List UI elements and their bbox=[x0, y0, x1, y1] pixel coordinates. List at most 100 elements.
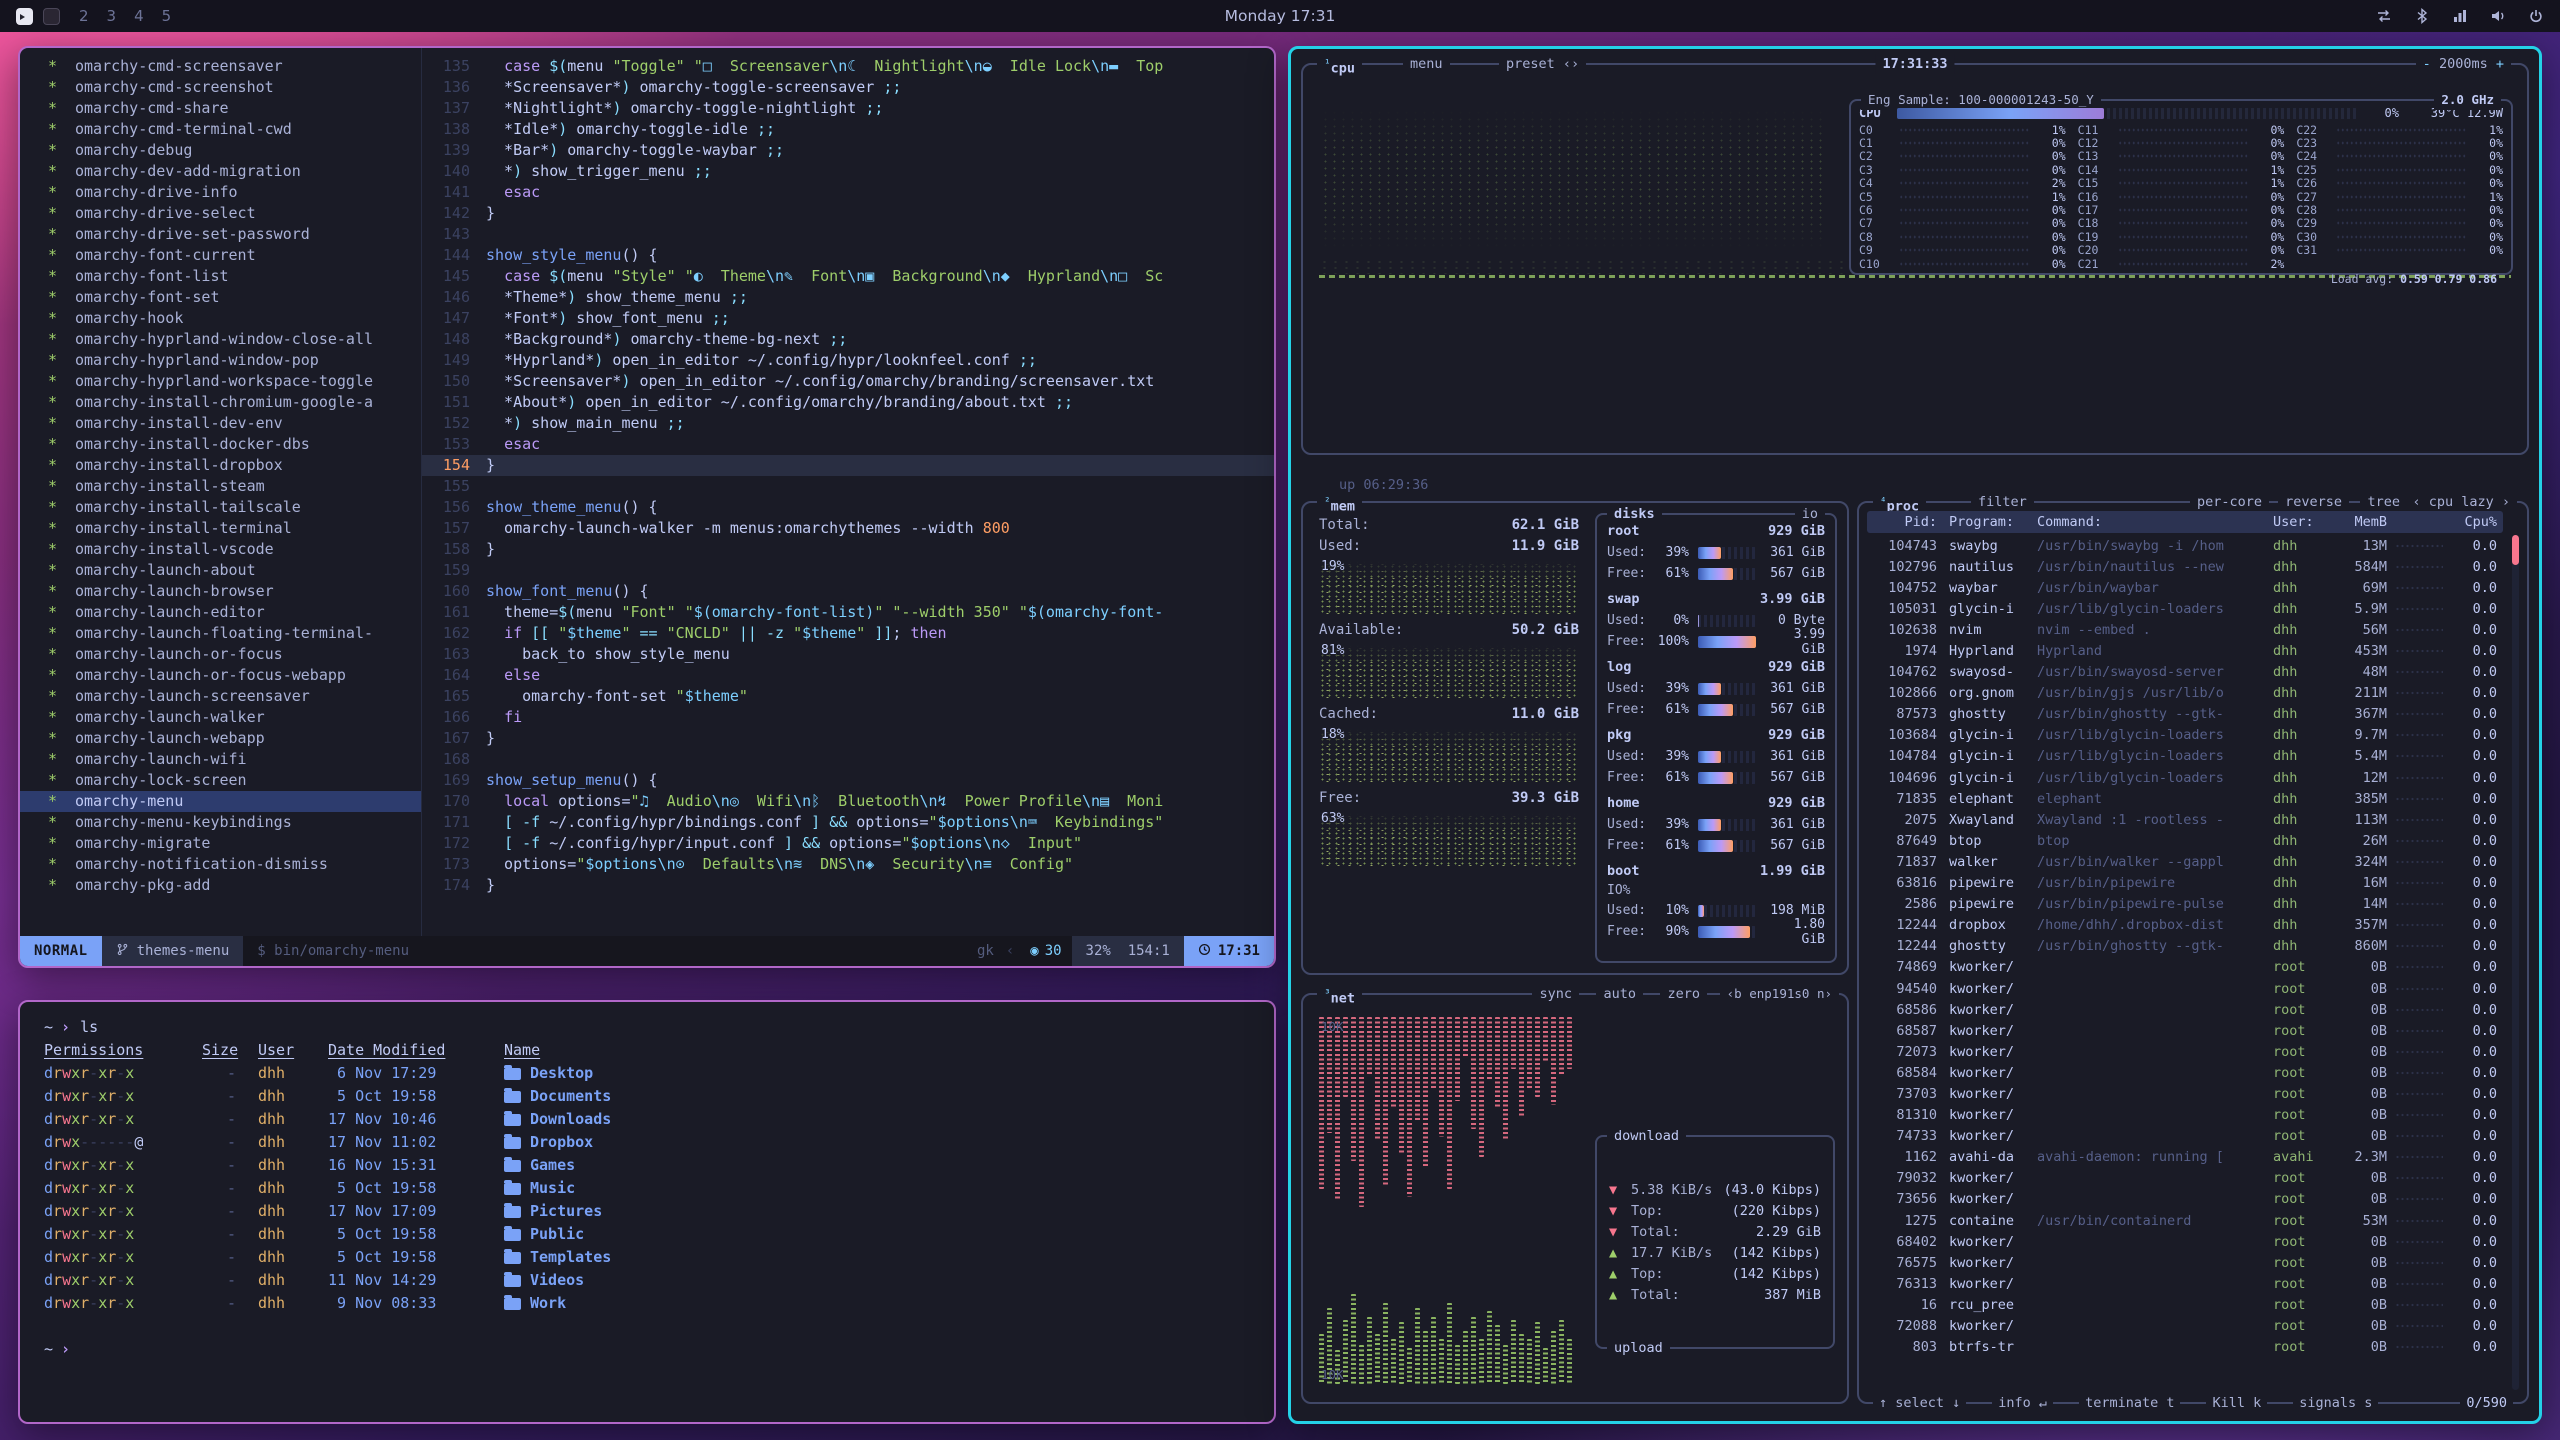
code-line[interactable]: 161 theme=$(menu "Font" "$(omarchy-font-… bbox=[422, 602, 1274, 623]
file-list-item[interactable]: *omarchy-debug bbox=[20, 140, 421, 161]
file-list-item[interactable]: *omarchy-drive-info bbox=[20, 182, 421, 203]
process-row[interactable]: 803btrfs-trroot0B0.0 bbox=[1867, 1337, 2503, 1358]
code-line[interactable]: 162 if [[ "$theme" == "CNCLD" || -z "$th… bbox=[422, 623, 1274, 644]
process-row[interactable]: 71837walker/usr/bin/walker --gappldhh324… bbox=[1867, 851, 2503, 872]
code-line[interactable]: 173 options="$options\n⊙ Defaults\n≋ DNS… bbox=[422, 854, 1274, 875]
code-line[interactable]: 140 *) show_trigger_menu ;; bbox=[422, 161, 1274, 182]
code-line[interactable]: 136 *Screensaver*) omarchy-toggle-screen… bbox=[422, 77, 1274, 98]
code-line[interactable]: 156show_theme_menu() { bbox=[422, 497, 1274, 518]
code-line[interactable]: 164 else bbox=[422, 665, 1274, 686]
process-row[interactable]: 2075XwaylandXwayland :1 -rootless -dhh11… bbox=[1867, 809, 2503, 830]
process-row[interactable]: 87649btopbtopdhh26M0.0 bbox=[1867, 830, 2503, 851]
code-line[interactable]: 143 bbox=[422, 224, 1274, 245]
git-branch[interactable]: themes-menu bbox=[102, 936, 244, 966]
disk-entry[interactable]: log929 GiBUsed:39%361 GiBFree:61%567 GiB bbox=[1607, 657, 1825, 720]
code-line[interactable]: 137 *Nightlight*) omarchy-toggle-nightli… bbox=[422, 98, 1274, 119]
file-list-item[interactable]: *omarchy-install-dropbox bbox=[20, 455, 421, 476]
process-row[interactable]: 63816pipewire/usr/bin/pipewiredhh16M0.0 bbox=[1867, 873, 2503, 894]
process-row[interactable]: 76313kworker/root0B0.0 bbox=[1867, 1273, 2503, 1294]
process-row[interactable]: 71835elephantelephantdhh385M0.0 bbox=[1867, 788, 2503, 809]
file-list-item[interactable]: *omarchy-cmd-terminal-cwd bbox=[20, 119, 421, 140]
workspace-button[interactable]: 2 bbox=[79, 7, 89, 25]
code-line[interactable]: 167} bbox=[422, 728, 1274, 749]
code-line[interactable]: 135 case $(menu "Toggle" "□ Screensaver\… bbox=[422, 56, 1274, 77]
file-list-item[interactable]: *omarchy-install-vscode bbox=[20, 539, 421, 560]
disk-entry[interactable]: root929 GiBUsed:39%361 GiBFree:61%567 Gi… bbox=[1607, 521, 1825, 584]
code-line[interactable]: 158} bbox=[422, 539, 1274, 560]
code-line[interactable]: 150 *Screensaver*) open_in_editor ~/.con… bbox=[422, 371, 1274, 392]
file-list-item[interactable]: *omarchy-launch-webapp bbox=[20, 728, 421, 749]
file-list-item[interactable]: *omarchy-migrate bbox=[20, 833, 421, 854]
interval-increase-button[interactable]: + bbox=[2496, 56, 2504, 72]
code-line[interactable]: 168 bbox=[422, 749, 1274, 770]
proc-action-button[interactable]: Kill k bbox=[2206, 1393, 2267, 1413]
code-line[interactable]: 147 *Font*) show_font_menu ;; bbox=[422, 308, 1274, 329]
process-row[interactable]: 94540kworker/root0B0.0 bbox=[1867, 978, 2503, 999]
code-line[interactable]: 142} bbox=[422, 203, 1274, 224]
code-line[interactable]: 145 case $(menu "Style" "◐ Theme\n✎ Font… bbox=[422, 266, 1274, 287]
file-list-item[interactable]: *omarchy-launch-browser bbox=[20, 581, 421, 602]
code-line[interactable]: 148 *Background*) omarchy-theme-bg-next … bbox=[422, 329, 1274, 350]
process-row[interactable]: 74869kworker/root0B0.0 bbox=[1867, 957, 2503, 978]
menu-button[interactable]: menu bbox=[1403, 54, 1450, 74]
code-line[interactable]: 155 bbox=[422, 476, 1274, 497]
process-row[interactable]: 1275containe/usr/bin/containerdroot53M0.… bbox=[1867, 1210, 2503, 1231]
net-interface-selector[interactable]: ‹b enp191s0 n› bbox=[1720, 984, 1839, 1004]
process-row[interactable]: 12244dropbox/home/dhh/.dropbox-distdhh35… bbox=[1867, 915, 2503, 936]
file-list-item[interactable]: *omarchy-launch-editor bbox=[20, 602, 421, 623]
file-list-item[interactable]: *omarchy-install-dev-env bbox=[20, 413, 421, 434]
file-list-item[interactable]: *omarchy-font-current bbox=[20, 245, 421, 266]
process-row[interactable]: 102866org.gnom/usr/bin/gjs /usr/lib/odhh… bbox=[1867, 683, 2503, 704]
disk-entry[interactable]: home929 GiBUsed:39%361 GiBFree:61%567 Gi… bbox=[1607, 793, 1825, 856]
network-panel-title[interactable]: ³net bbox=[1317, 984, 1362, 1009]
disk-entry[interactable]: boot1.99 GiBIO%Used:10%198 MiBFree:90%1.… bbox=[1607, 861, 1825, 942]
net-sync-toggle[interactable]: sync bbox=[1532, 984, 1579, 1004]
process-column-header[interactable]: Pid: bbox=[1873, 514, 1937, 530]
file-list-item[interactable]: *omarchy-pkg-add bbox=[20, 875, 421, 896]
proc-filter-button[interactable]: filter bbox=[1971, 492, 2034, 512]
code-line[interactable]: 151 *About*) open_in_editor ~/.config/om… bbox=[422, 392, 1274, 413]
preset-button[interactable]: preset ‹› bbox=[1499, 54, 1586, 74]
process-column-header[interactable]: Command: bbox=[2037, 514, 2273, 530]
process-row[interactable]: 73703kworker/root0B0.0 bbox=[1867, 1083, 2503, 1104]
process-row[interactable]: 104743swaybg/usr/bin/swaybg -i /homdhh13… bbox=[1867, 535, 2503, 556]
proc-action-button[interactable]: info ↵ bbox=[1992, 1393, 2053, 1413]
metrics-icon[interactable] bbox=[2452, 8, 2468, 24]
proc-action-button[interactable]: ↑ select ↓ bbox=[1873, 1393, 1966, 1413]
code-line[interactable]: 169show_setup_menu() { bbox=[422, 770, 1274, 791]
process-row[interactable]: 81310kworker/root0B0.0 bbox=[1867, 1105, 2503, 1126]
process-scrollbar[interactable] bbox=[2512, 535, 2519, 1390]
file-list-item[interactable]: *omarchy-hyprland-workspace-toggle bbox=[20, 371, 421, 392]
file-list-item[interactable]: *omarchy-install-steam bbox=[20, 476, 421, 497]
process-row[interactable]: 87573ghostty/usr/bin/ghostty --gtk-dhh36… bbox=[1867, 704, 2503, 725]
code-line[interactable]: 152 *) show_main_menu ;; bbox=[422, 413, 1274, 434]
process-row[interactable]: 16rcu_preeroot0B0.0 bbox=[1867, 1294, 2503, 1315]
disk-entry[interactable]: swap3.99 GiBUsed:0%0 ByteFree:100%3.99 G… bbox=[1607, 589, 1825, 652]
code-line[interactable]: 154} bbox=[422, 455, 1274, 476]
process-column-header[interactable]: Cpu% bbox=[2451, 514, 2497, 530]
process-row[interactable]: 72073kworker/root0B0.0 bbox=[1867, 1041, 2503, 1062]
workspace-button[interactable]: 3 bbox=[107, 7, 117, 25]
file-list-item[interactable]: *omarchy-notification-dismiss bbox=[20, 854, 421, 875]
bluetooth-icon[interactable] bbox=[2414, 8, 2430, 24]
process-row[interactable]: 68402kworker/root0B0.0 bbox=[1867, 1231, 2503, 1252]
process-column-header[interactable]: User: bbox=[2273, 514, 2331, 530]
swap-arrows-icon[interactable] bbox=[2376, 8, 2392, 24]
code-line[interactable]: 159 bbox=[422, 560, 1274, 581]
file-list-item[interactable]: *omarchy-launch-or-focus bbox=[20, 644, 421, 665]
code-line[interactable]: 165 omarchy-font-set "$theme" bbox=[422, 686, 1274, 707]
process-row[interactable]: 104696glycin-i/usr/lib/glycin-loadersdhh… bbox=[1867, 767, 2503, 788]
proc-sort-selector[interactable]: ‹ cpu lazy › bbox=[2405, 492, 2517, 512]
file-list-item[interactable]: *omarchy-cmd-screensaver bbox=[20, 56, 421, 77]
process-row[interactable]: 68584kworker/root0B0.0 bbox=[1867, 1062, 2503, 1083]
file-list-item[interactable]: *omarchy-launch-floating-terminal- bbox=[20, 623, 421, 644]
process-row[interactable]: 72088kworker/root0B0.0 bbox=[1867, 1315, 2503, 1336]
process-row[interactable]: 104784glycin-i/usr/lib/glycin-loadersdhh… bbox=[1867, 746, 2503, 767]
process-column-header[interactable]: MemB bbox=[2331, 514, 2387, 530]
cpu-panel-title[interactable]: ¹cpu bbox=[1317, 54, 1362, 79]
process-row[interactable]: 79032kworker/root0B0.0 bbox=[1867, 1168, 2503, 1189]
process-row[interactable]: 68586kworker/root0B0.0 bbox=[1867, 999, 2503, 1020]
code-line[interactable]: 138 *Idle*) omarchy-toggle-idle ;; bbox=[422, 119, 1274, 140]
process-row[interactable]: 2586pipewire/usr/bin/pipewire-pulsedhh14… bbox=[1867, 894, 2503, 915]
code-line[interactable]: 172 [ -f ~/.config/hypr/input.conf ] && … bbox=[422, 833, 1274, 854]
